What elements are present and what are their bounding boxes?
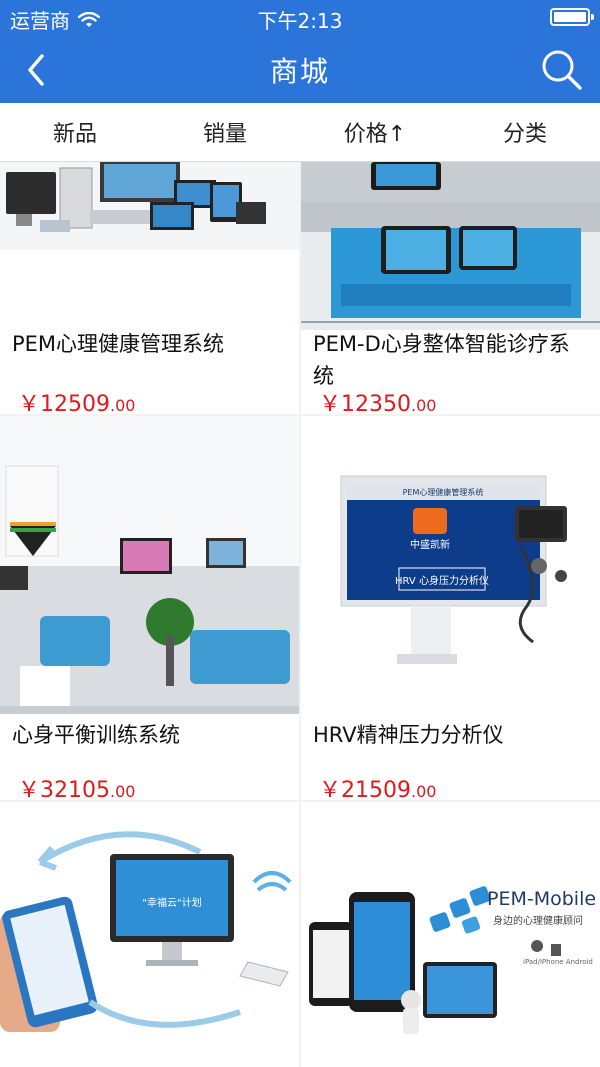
product-card[interactable]: 心身平衡训练系统 ￥32105.00 (0, 416, 299, 800)
product-card[interactable]: "幸福云"计划 (0, 802, 299, 1067)
price-integer: 21509 (341, 778, 412, 800)
price-integer: 12509 (40, 392, 111, 414)
currency-symbol: ￥ (319, 392, 342, 414)
image-small-text: iPad/iPhone Android (523, 958, 593, 966)
filter-new[interactable]: 新品 (0, 103, 150, 161)
currency-symbol: ￥ (319, 778, 342, 800)
product-name: 心身平衡训练系统 (12, 723, 180, 747)
product-price: ￥32105.00 (18, 772, 135, 800)
product-price: ￥21509.00 (319, 772, 436, 800)
product-image (0, 416, 299, 714)
price-decimal: .00 (110, 396, 136, 414)
price-decimal: .00 (110, 782, 136, 800)
price-decimal: .00 (411, 782, 437, 800)
product-image: "幸福云"计划 (0, 802, 299, 1067)
product-name: HRV精神压力分析仪 (313, 723, 504, 747)
currency-symbol: ￥ (18, 392, 41, 414)
filter-bar: 新品 销量 价格↑ 分类 (0, 103, 600, 162)
app-header: 运营商 下午2:13 商城 (0, 0, 600, 103)
price-integer: 32105 (40, 778, 111, 800)
status-time: 下午2:13 (257, 9, 343, 33)
image-screen-text: HRV 心身压力分析仪 (395, 576, 489, 587)
filter-price[interactable]: 价格↑ (300, 103, 450, 161)
product-name: PEM心理健康管理系统 (12, 332, 225, 356)
image-tagline-text: 身边的心理健康顾问 (493, 916, 583, 927)
product-name: PEM-D心身整体智能诊疗系统 (313, 332, 570, 388)
page-title: 商城 (269, 55, 330, 88)
product-grid: PEM心理健康管理系统 ￥12509.00 PEM-D心身整体智能诊疗系统 ￥1… (0, 162, 600, 1067)
currency-symbol: ￥ (18, 778, 41, 800)
image-screen-text: "幸福云"计划 (142, 898, 202, 909)
filter-category[interactable]: 分类 (450, 103, 600, 161)
image-logo-text: 中盛凯新 (410, 540, 450, 551)
product-image (0, 162, 299, 262)
product-image: PEM-Mobile 身边的心理健康顾问 iPad/iPhone Android (301, 802, 600, 1067)
product-card[interactable]: PEM心理健康管理系统 ￥12509.00 (0, 162, 299, 414)
filter-sales[interactable]: 销量 (150, 103, 300, 161)
product-image: PEM心理健康管理系统 中盛凯新 HRV 心身压力分析仪 (301, 416, 600, 714)
product-price: ￥12350.00 (319, 386, 436, 414)
image-brand-text: PEM-Mobile (487, 888, 597, 910)
product-price: ￥12509.00 (18, 386, 135, 414)
navigation-bar: 商城 (0, 36, 600, 103)
price-decimal: .00 (411, 396, 437, 414)
price-integer: 12350 (341, 392, 412, 414)
product-card[interactable]: PEM-Mobile 身边的心理健康顾问 iPad/iPhone Android (301, 802, 600, 1067)
battery-icon (550, 8, 594, 26)
product-card[interactable]: PEM-D心身整体智能诊疗系统 ￥12350.00 (301, 162, 600, 414)
status-bar: 运营商 下午2:13 (0, 0, 600, 36)
search-icon[interactable] (536, 44, 586, 94)
image-caption: PEM心理健康管理系统 (402, 488, 484, 497)
product-card[interactable]: PEM心理健康管理系统 中盛凯新 HRV 心身压力分析仪 HRV精神压力分析仪 … (301, 416, 600, 800)
product-image (301, 162, 600, 330)
